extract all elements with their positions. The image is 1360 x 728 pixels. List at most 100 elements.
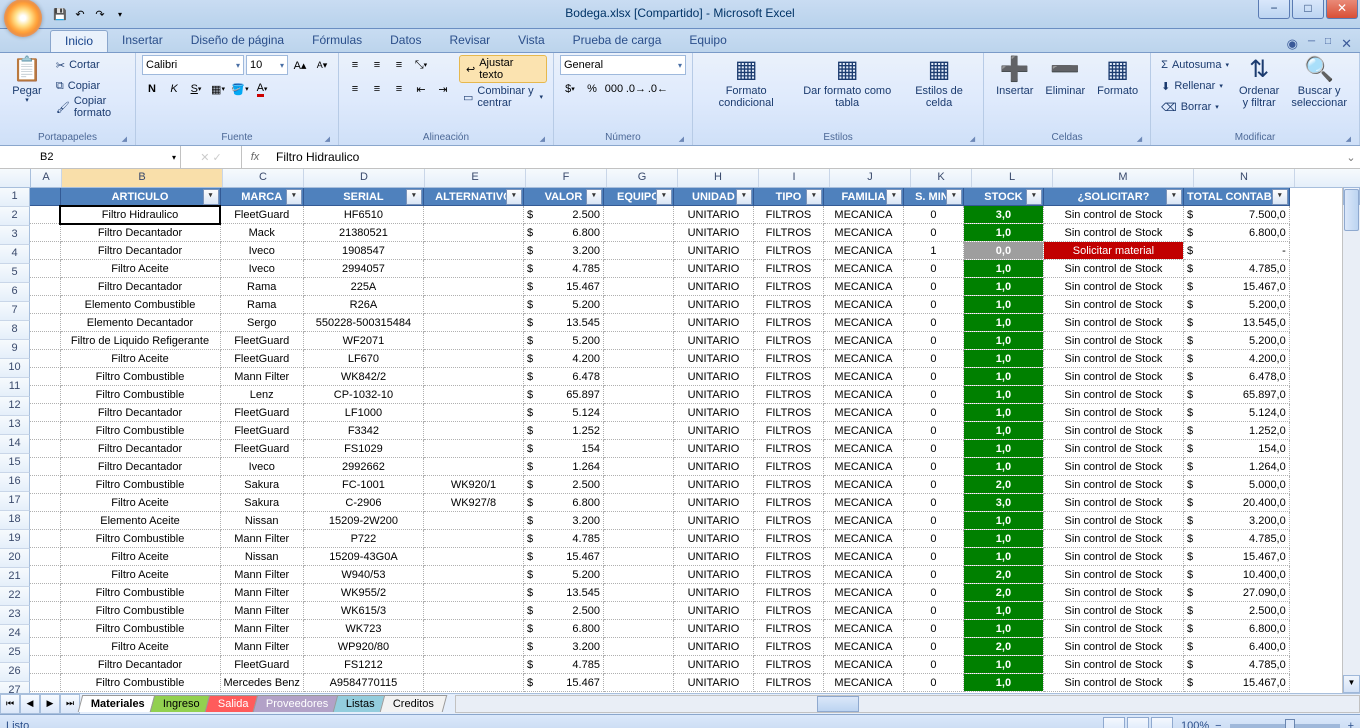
cell[interactable]: $154,0 [1183, 440, 1289, 458]
row-header[interactable]: 16 [0, 473, 30, 492]
cell[interactable]: Filtro de Liquido Refigerante [60, 332, 220, 350]
cell[interactable]: Lenz [220, 386, 303, 404]
horizontal-scrollbar[interactable] [455, 695, 1360, 713]
cell[interactable]: Filtro Combustible [60, 386, 220, 404]
zoom-out-button[interactable]: − [1215, 720, 1221, 728]
copy-button[interactable]: ⧉Copiar [52, 76, 129, 96]
cell[interactable] [603, 332, 673, 350]
cell[interactable]: UNITARIO [673, 620, 753, 638]
format-cells-button[interactable]: ▦Formato [1091, 55, 1144, 99]
cell[interactable]: MECANICA [823, 386, 903, 404]
cell[interactable]: UNITARIO [673, 638, 753, 656]
increase-decimal-button[interactable]: .0→ [626, 79, 646, 99]
cell[interactable] [603, 494, 673, 512]
cell[interactable] [603, 260, 673, 278]
cell[interactable]: Sin control de Stock [1043, 440, 1183, 458]
cell[interactable] [423, 404, 523, 422]
table-header-cell[interactable]: ALTERNATIVO▾ [423, 188, 523, 206]
cell[interactable]: 1 [903, 242, 963, 260]
cell[interactable]: $6.800 [523, 224, 603, 242]
cell[interactable]: Sin control de Stock [1043, 368, 1183, 386]
cell[interactable]: 0 [903, 620, 963, 638]
zoom-level[interactable]: 100% [1181, 720, 1209, 728]
align-middle-button[interactable]: ≡ [367, 55, 387, 75]
cell[interactable]: Rama [220, 278, 303, 296]
cell[interactable]: $3.200 [523, 638, 603, 656]
cell[interactable]: Sin control de Stock [1043, 350, 1183, 368]
cell[interactable]: $3.200 [523, 512, 603, 530]
cell[interactable]: Iveco [220, 458, 303, 476]
cell[interactable]: 1,0 [963, 296, 1043, 314]
cell[interactable] [30, 278, 60, 296]
first-sheet-button[interactable]: ⏮ [0, 694, 20, 714]
decrease-decimal-button[interactable]: .0← [648, 79, 668, 99]
cell[interactable] [423, 566, 523, 584]
cell[interactable] [603, 458, 673, 476]
cell[interactable]: 1,0 [963, 368, 1043, 386]
sheet-tab[interactable]: Creditos [380, 695, 448, 712]
font-color-button[interactable]: A▾ [252, 79, 272, 99]
cell[interactable]: 0,0 [963, 242, 1043, 260]
cell[interactable]: Sin control de Stock [1043, 584, 1183, 602]
cell[interactable]: 1,0 [963, 548, 1043, 566]
cell[interactable]: Sergo [220, 314, 303, 332]
table-header-cell[interactable]: SERIAL▾ [303, 188, 423, 206]
format-painter-button[interactable]: 🖌Copiar formato [52, 97, 129, 117]
cell[interactable]: 1,0 [963, 260, 1043, 278]
sheet-tab[interactable]: Materiales [78, 695, 158, 712]
cell[interactable]: $6.800,0 [1183, 224, 1289, 242]
cell[interactable]: Filtro Decantador [60, 656, 220, 674]
cell[interactable] [603, 584, 673, 602]
row-header[interactable]: 2 [0, 207, 30, 226]
delete-cells-button[interactable]: ➖Eliminar [1039, 55, 1091, 99]
cell[interactable]: Elemento Decantador [60, 314, 220, 332]
cell[interactable] [603, 656, 673, 674]
cell[interactable]: UNITARIO [673, 242, 753, 260]
cell[interactable]: $2.500 [523, 206, 603, 224]
cell[interactable]: Filtro Combustible [60, 674, 220, 692]
cell[interactable] [423, 242, 523, 260]
cell[interactable] [30, 332, 60, 350]
cell[interactable] [30, 440, 60, 458]
align-right-button[interactable]: ≡ [389, 79, 409, 99]
qat-save-icon[interactable]: 💾 [52, 6, 68, 22]
cell[interactable]: MECANICA [823, 440, 903, 458]
row-header[interactable]: 12 [0, 397, 30, 416]
cell[interactable] [603, 440, 673, 458]
cell[interactable]: UNITARIO [673, 584, 753, 602]
close-button[interactable]: ✕ [1326, 0, 1358, 19]
paste-button[interactable]: 📋 Pegar ▾ [6, 55, 48, 107]
cell[interactable] [423, 386, 523, 404]
filter-dropdown-icon[interactable]: ▾ [286, 189, 302, 205]
mdi-close-icon[interactable]: ✕ [1341, 36, 1352, 52]
cell[interactable]: $6.478 [523, 368, 603, 386]
cell[interactable]: Sin control de Stock [1043, 278, 1183, 296]
cell[interactable] [30, 458, 60, 476]
cell[interactable]: 1,0 [963, 512, 1043, 530]
cell[interactable] [603, 404, 673, 422]
cell[interactable]: Elemento Aceite [60, 512, 220, 530]
cell[interactable]: 2,0 [963, 476, 1043, 494]
row-header[interactable]: 25 [0, 644, 30, 663]
row-header[interactable]: 20 [0, 549, 30, 568]
normal-view-button[interactable] [1103, 717, 1125, 728]
row-header[interactable]: 19 [0, 530, 30, 549]
cell[interactable]: 3,0 [963, 206, 1043, 224]
cell[interactable]: 1,0 [963, 404, 1043, 422]
column-header[interactable]: J [830, 169, 911, 187]
cell[interactable]: 0 [903, 566, 963, 584]
cell[interactable]: UNITARIO [673, 476, 753, 494]
cell[interactable]: 1,0 [963, 350, 1043, 368]
cell[interactable]: 0 [903, 260, 963, 278]
cell[interactable]: 15209-43G0A [303, 548, 423, 566]
wrap-text-button[interactable]: ↩Ajustar texto [459, 55, 547, 83]
table-header-cell[interactable]: MARCA▾ [220, 188, 303, 206]
column-header[interactable]: A [31, 169, 62, 187]
cell[interactable]: C-2906 [303, 494, 423, 512]
cell[interactable]: 1,0 [963, 224, 1043, 242]
cell[interactable]: UNITARIO [673, 440, 753, 458]
cell[interactable]: $13.545,0 [1183, 314, 1289, 332]
cell[interactable]: $13.545 [523, 584, 603, 602]
cell[interactable]: UNITARIO [673, 314, 753, 332]
cell[interactable]: $4.200 [523, 350, 603, 368]
